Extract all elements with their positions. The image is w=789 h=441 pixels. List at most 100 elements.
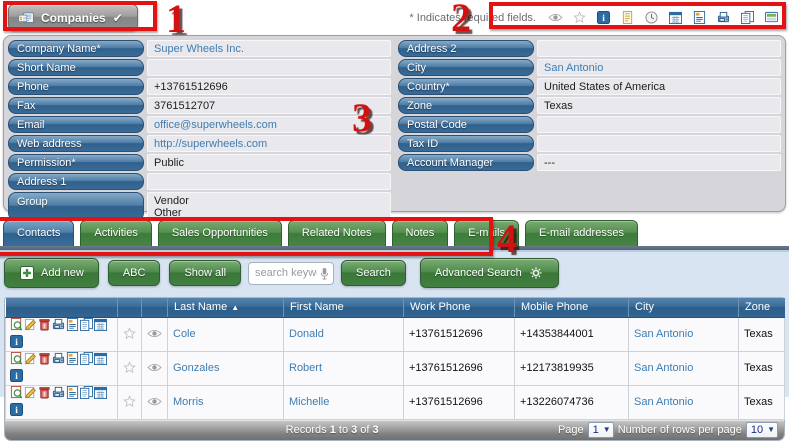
search-button[interactable]: Search [341,260,406,286]
form-field: GroupVendor Other [8,192,391,221]
field-label: Phone [8,78,144,95]
tab-activities[interactable]: Activities [80,220,151,246]
city-cell[interactable]: San Antonio [629,385,739,419]
copy-icon[interactable] [79,318,93,332]
edit-icon[interactable] [23,386,37,400]
calendar-icon[interactable] [667,10,683,26]
form-field: Tax ID [398,135,781,152]
column-header-city[interactable]: City [629,298,739,317]
field-value[interactable]: http://superwheels.com [147,135,391,152]
field-label: Group [8,192,144,221]
required-fields-note: * Indicates required fields. [409,12,536,24]
delete-icon[interactable] [37,352,51,366]
copy-icon[interactable] [739,10,755,26]
eye-icon[interactable] [147,326,163,342]
page-value: 1 [593,424,599,436]
fax-icon[interactable] [51,318,65,332]
last-name-cell[interactable]: Gonzales [168,351,284,385]
field-value: 3761512707 [147,97,391,114]
field-value[interactable]: Super Wheels Inc. [147,40,391,57]
add-new-button[interactable]: Add new [4,258,99,288]
fax-icon[interactable] [51,352,65,366]
abc-filter-button[interactable]: ABC [108,260,161,286]
field-value [537,40,781,57]
star-icon[interactable] [122,359,138,375]
tab-related-notes[interactable]: Related Notes [288,220,386,246]
fax-icon[interactable] [715,10,731,26]
companies-icon [18,10,34,26]
edit-icon[interactable] [23,318,37,332]
tab-e-mail-addresses[interactable]: E-mail addresses [525,220,638,246]
column-header-mobile-phone[interactable]: Mobile Phone [515,298,629,317]
delete-icon[interactable] [37,318,51,332]
table-row: iColeDonald+13761512696+14353844001San A… [6,317,785,351]
first-name-cell[interactable]: Donald [284,317,404,351]
calendar-icon[interactable] [93,386,107,400]
row-action-icons: i [6,317,118,351]
companies-menu-button[interactable]: Companies ✔ [8,4,138,31]
info-icon[interactable]: i [9,368,23,382]
clock-icon[interactable] [643,10,659,26]
column-header-work-phone[interactable]: Work Phone [404,298,515,317]
last-name-cell[interactable]: Cole [168,317,284,351]
show-all-button[interactable]: Show all [169,260,241,286]
field-value: Vendor Other [147,192,391,221]
contacts-toolbar: Add new ABC Show all Search Advanced Sea… [4,258,785,288]
rows-per-page-select[interactable]: 10 ▼ [746,422,778,438]
field-value[interactable]: office@superwheels.com [147,116,391,133]
notes-icon[interactable] [619,10,635,26]
field-value [537,116,781,133]
info-icon[interactable]: i [9,402,23,416]
preview-icon[interactable] [9,352,23,366]
tab-sales-opportunities[interactable]: Sales Opportunities [158,220,282,246]
form-icon[interactable] [65,318,79,332]
city-cell[interactable]: San Antonio [629,317,739,351]
copy-icon[interactable] [79,352,93,366]
info-icon[interactable]: i [9,334,23,348]
monitor-icon[interactable] [763,10,779,26]
sort-asc-icon: ▲ [231,303,239,312]
field-label: Short Name [8,59,144,76]
eye-icon[interactable] [147,360,163,376]
field-value[interactable]: San Antonio [537,59,781,76]
column-header-first-name[interactable]: First Name [284,298,404,317]
column-header-zone[interactable]: Zone [739,298,785,317]
tab-e-mails[interactable]: E-mails [454,220,519,246]
advanced-search-button[interactable]: Advanced Search [420,258,559,288]
delete-icon[interactable] [37,386,51,400]
microphone-icon[interactable] [319,267,331,281]
star-icon[interactable] [571,10,587,26]
tab-notes[interactable]: Notes [392,220,449,246]
column-header-last-name[interactable]: Last Name▲ [168,298,284,317]
show-all-label: Show all [184,267,226,279]
info-icon[interactable]: i [595,10,611,26]
first-name-cell[interactable]: Michelle [284,385,404,419]
form-field: Short Name [8,59,391,76]
field-value: Texas [537,97,781,114]
field-label: Account Manager [398,154,534,171]
form-field: Permission*Public [8,154,391,171]
eye-icon[interactable] [547,10,563,26]
last-name-cell[interactable]: Morris [168,385,284,419]
field-label: Email [8,116,144,133]
copy-icon[interactable] [79,386,93,400]
preview-icon[interactable] [9,318,23,332]
fax-icon[interactable] [51,386,65,400]
form-field: Address 1 [8,173,391,190]
form-icon[interactable] [65,352,79,366]
city-cell[interactable]: San Antonio [629,351,739,385]
edit-icon[interactable] [23,352,37,366]
calendar-icon[interactable] [93,318,107,332]
star-icon[interactable] [122,325,138,341]
form-icon[interactable] [65,386,79,400]
tab-contacts[interactable]: Contacts [3,220,74,246]
eye-icon[interactable] [147,394,163,410]
first-name-cell[interactable]: Robert [284,351,404,385]
calendar-icon[interactable] [93,352,107,366]
svg-text:i: i [602,14,605,24]
form-icon[interactable] [691,10,707,26]
preview-icon[interactable] [9,386,23,400]
star-icon[interactable] [122,393,138,409]
page-select[interactable]: 1 ▼ [588,422,614,438]
field-label: Country* [398,78,534,95]
